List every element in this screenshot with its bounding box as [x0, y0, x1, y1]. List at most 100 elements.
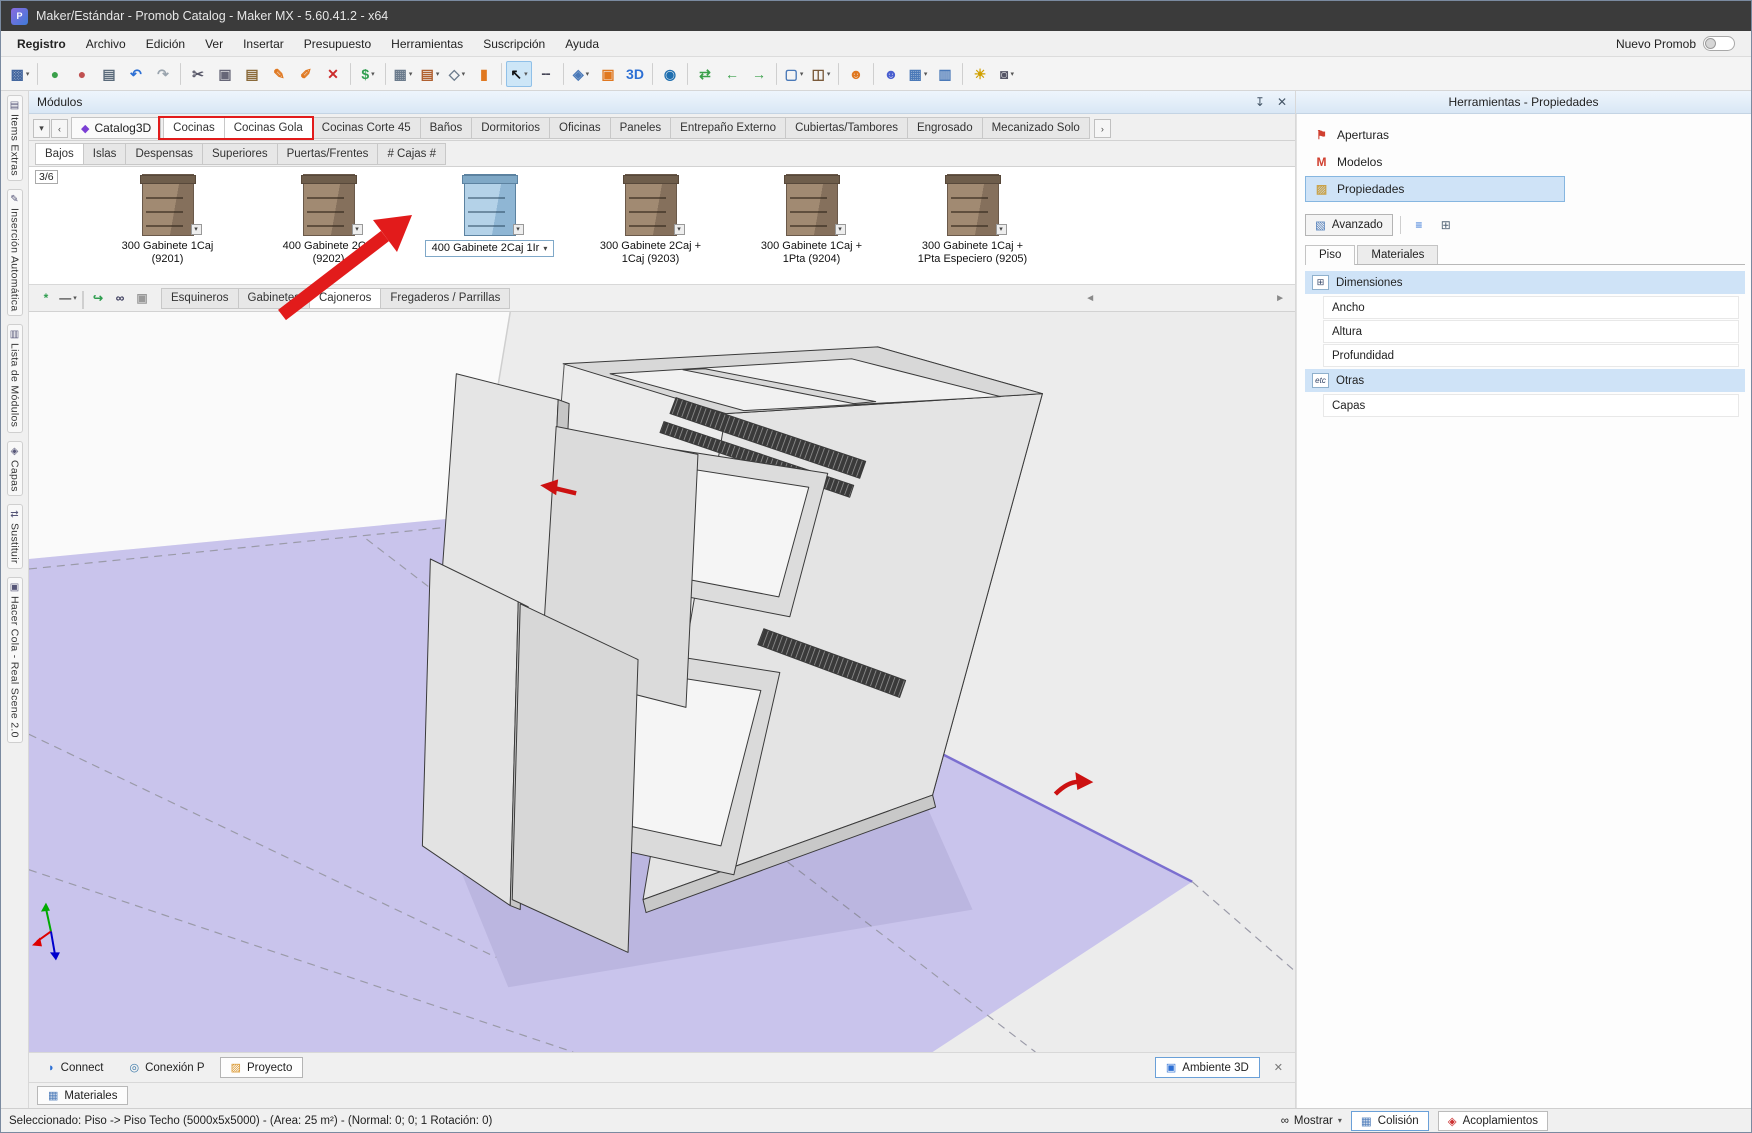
- property-row[interactable]: Profundidad: [1323, 344, 1739, 367]
- rail-items-extras[interactable]: ▤ Items Extras: [7, 95, 23, 181]
- mostrar-dropdown[interactable]: ∞ Mostrar ▾: [1281, 1115, 1342, 1127]
- catalog-tab[interactable]: Oficinas: [550, 117, 611, 139]
- rail-insercion-automatica[interactable]: ✎ Inserción Automática: [7, 189, 23, 316]
- print-icon[interactable]: ▤ ▾: [96, 61, 122, 87]
- module-card[interactable]: ▾ 300 Gabinete 1Caj + ▾ 1Pta (9204): [731, 174, 892, 270]
- list-view-icon[interactable]: ≡: [1408, 215, 1430, 235]
- filter-icon[interactable]: * ▾: [35, 287, 57, 309]
- catalog-tab[interactable]: Cocinas Corte 45: [313, 117, 421, 139]
- undo-icon[interactable]: ↶ ▾: [123, 61, 149, 87]
- snapshot-icon[interactable]: ◙ ▾: [994, 61, 1020, 87]
- select-tool-icon[interactable]: ↖ ▾: [506, 61, 532, 87]
- tab-connect[interactable]: ◗ Connect: [37, 1058, 115, 1078]
- catalog-dropdown-icon[interactable]: ▾: [33, 119, 50, 138]
- render-icon[interactable]: ● ▾: [69, 61, 95, 87]
- catalog-tab[interactable]: Mecanizado Solo: [983, 117, 1090, 139]
- substitute-icon[interactable]: ⇄ ▾: [692, 61, 718, 87]
- module-subtab[interactable]: Gabinetes: [239, 288, 310, 309]
- visibility-eye-icon[interactable]: ◉ ▾: [657, 61, 683, 87]
- variant-badge-icon[interactable]: ▾: [191, 224, 202, 235]
- catalog-tab[interactable]: Cocinas: [163, 117, 225, 139]
- sheet-report-icon[interactable]: ▥ ▾: [932, 61, 958, 87]
- promob-catalog-icon[interactable]: ● ▾: [42, 61, 68, 87]
- category-tab[interactable]: Superiores: [203, 143, 278, 165]
- catalog-back-icon[interactable]: ‹: [51, 119, 68, 138]
- catalog-tab[interactable]: Cubiertas/Tambores: [786, 117, 908, 139]
- person-icon[interactable]: ☻ ▾: [843, 61, 869, 87]
- save-icon[interactable]: ▩ ▾: [7, 61, 33, 87]
- tool-propiedades[interactable]: ▨ Propiedades: [1305, 176, 1565, 202]
- property-row[interactable]: Capas: [1323, 394, 1739, 417]
- category-tab[interactable]: Islas: [84, 143, 127, 165]
- menu-item[interactable]: Archivo: [76, 31, 136, 56]
- copy-icon[interactable]: ▣ ▾: [212, 61, 238, 87]
- module-subtab[interactable]: Cajoneros: [310, 288, 381, 309]
- module-card[interactable]: ▾ 400 Gabinete 2Caj ▾ (9202): [248, 174, 409, 270]
- nuevo-promob-toggle[interactable]: [1703, 36, 1735, 51]
- variant-badge-icon[interactable]: ▾: [674, 224, 685, 235]
- menu-item[interactable]: Ver: [195, 31, 233, 56]
- module-card[interactable]: ▾ 300 Gabinete 1Caj ▾ (9201): [87, 174, 248, 270]
- nav-back-icon[interactable]: ← ▾: [719, 61, 745, 87]
- menu-item[interactable]: Presupuesto: [294, 31, 381, 56]
- variant-badge-icon[interactable]: ▾: [996, 224, 1007, 235]
- tab-conexion-p[interactable]: ◎ Conexión P: [119, 1057, 216, 1078]
- tool-aperturas[interactable]: ⚑ Aperturas: [1305, 122, 1565, 148]
- scroll-right-icon[interactable]: ►: [1275, 293, 1285, 304]
- category-tab[interactable]: Puertas/Frentes: [278, 143, 379, 165]
- property-tab[interactable]: Materiales: [1357, 245, 1438, 264]
- menu-item[interactable]: Herramientas: [381, 31, 473, 56]
- acoplamientos-button[interactable]: ◈ Acoplamientos: [1438, 1111, 1548, 1131]
- rail-sustituir[interactable]: ⇄ Sustituir: [7, 504, 23, 569]
- module-subtab[interactable]: Fregaderos / Parrillas: [381, 288, 510, 309]
- variant-badge-icon[interactable]: ▾: [352, 224, 363, 235]
- pin-icon[interactable]: ↧: [1255, 95, 1265, 109]
- idea-icon[interactable]: ☀ ▾: [967, 61, 993, 87]
- ambiente-3d-button[interactable]: ▣ Ambiente 3D: [1155, 1057, 1260, 1078]
- catalog-tab[interactable]: Dormitorios: [472, 117, 550, 139]
- catalog-overflow-icon[interactable]: ›: [1094, 119, 1111, 138]
- scene-view-icon[interactable]: ◫ ▾: [808, 61, 834, 87]
- format-painter-icon[interactable]: ✎ ▾: [266, 61, 292, 87]
- module-card[interactable]: ▾ 400 Gabinete 2Caj 1Ir ▾: [409, 174, 570, 270]
- apply-tool-icon[interactable]: ✐ ▾: [293, 61, 319, 87]
- close-icon[interactable]: ✕: [1274, 1061, 1283, 1074]
- rail-capas[interactable]: ◈ Capas: [7, 441, 23, 497]
- redo-icon[interactable]: ↷ ▾: [150, 61, 176, 87]
- property-row[interactable]: ⊞ Dimensiones: [1305, 271, 1745, 294]
- category-tab[interactable]: Bajos: [35, 143, 84, 165]
- property-tab[interactable]: Piso: [1305, 245, 1355, 265]
- catalog-tab[interactable]: Entrepaño Externo: [671, 117, 786, 139]
- variant-badge-icon[interactable]: ▾: [513, 224, 524, 235]
- catalog-tab[interactable]: Cocinas Gola: [225, 117, 313, 139]
- module-card[interactable]: ▾ 300 Gabinete 2Caj + ▾ 1Caj (9203): [570, 174, 731, 270]
- category-tab[interactable]: # Cajas #: [378, 143, 446, 165]
- line-style-icon[interactable]: — ▾: [57, 287, 79, 309]
- menu-item[interactable]: Edición: [136, 31, 195, 56]
- wall-tool-icon[interactable]: ▦ ▾: [390, 61, 416, 87]
- floor-3d-icon[interactable]: 3D ▾: [622, 61, 648, 87]
- paste-icon[interactable]: ▤ ▾: [239, 61, 265, 87]
- close-icon[interactable]: ✕: [1277, 95, 1287, 109]
- lock-icon[interactable]: ▣ ▾: [131, 287, 153, 309]
- menu-item[interactable]: Suscripción: [473, 31, 555, 56]
- 3d-viewport[interactable]: [29, 312, 1295, 1052]
- measure-tool-icon[interactable]: ╌ ▾: [533, 61, 559, 87]
- menu-item[interactable]: Ayuda: [555, 31, 609, 56]
- property-row[interactable]: Ancho: [1323, 296, 1739, 319]
- catalog3d-tab[interactable]: ◆ Catalog3D: [71, 117, 161, 139]
- insert-module-icon[interactable]: ↪ ▾: [87, 287, 109, 309]
- module-card[interactable]: ▾ 300 Gabinete 1Caj + ▾ 1Pta Especiero (…: [892, 174, 1053, 270]
- nav-forward-icon[interactable]: → ▾: [746, 61, 772, 87]
- catalog-tab[interactable]: Engrosado: [908, 117, 983, 139]
- client-icon[interactable]: ☻ ▾: [878, 61, 904, 87]
- search-icon[interactable]: ∞ ▾: [109, 287, 131, 309]
- budget-icon[interactable]: $ ▾: [355, 61, 381, 87]
- table-view-icon[interactable]: ⊞: [1435, 215, 1457, 235]
- category-tab[interactable]: Despensas: [126, 143, 203, 165]
- tab-materiales[interactable]: ▦ Materiales: [37, 1086, 128, 1105]
- tool-modelos[interactable]: M Modelos: [1305, 149, 1565, 175]
- menu-item[interactable]: Registro: [7, 31, 76, 56]
- catalog-tab[interactable]: Baños: [421, 117, 473, 139]
- scroll-left-icon[interactable]: ◄: [1085, 293, 1095, 304]
